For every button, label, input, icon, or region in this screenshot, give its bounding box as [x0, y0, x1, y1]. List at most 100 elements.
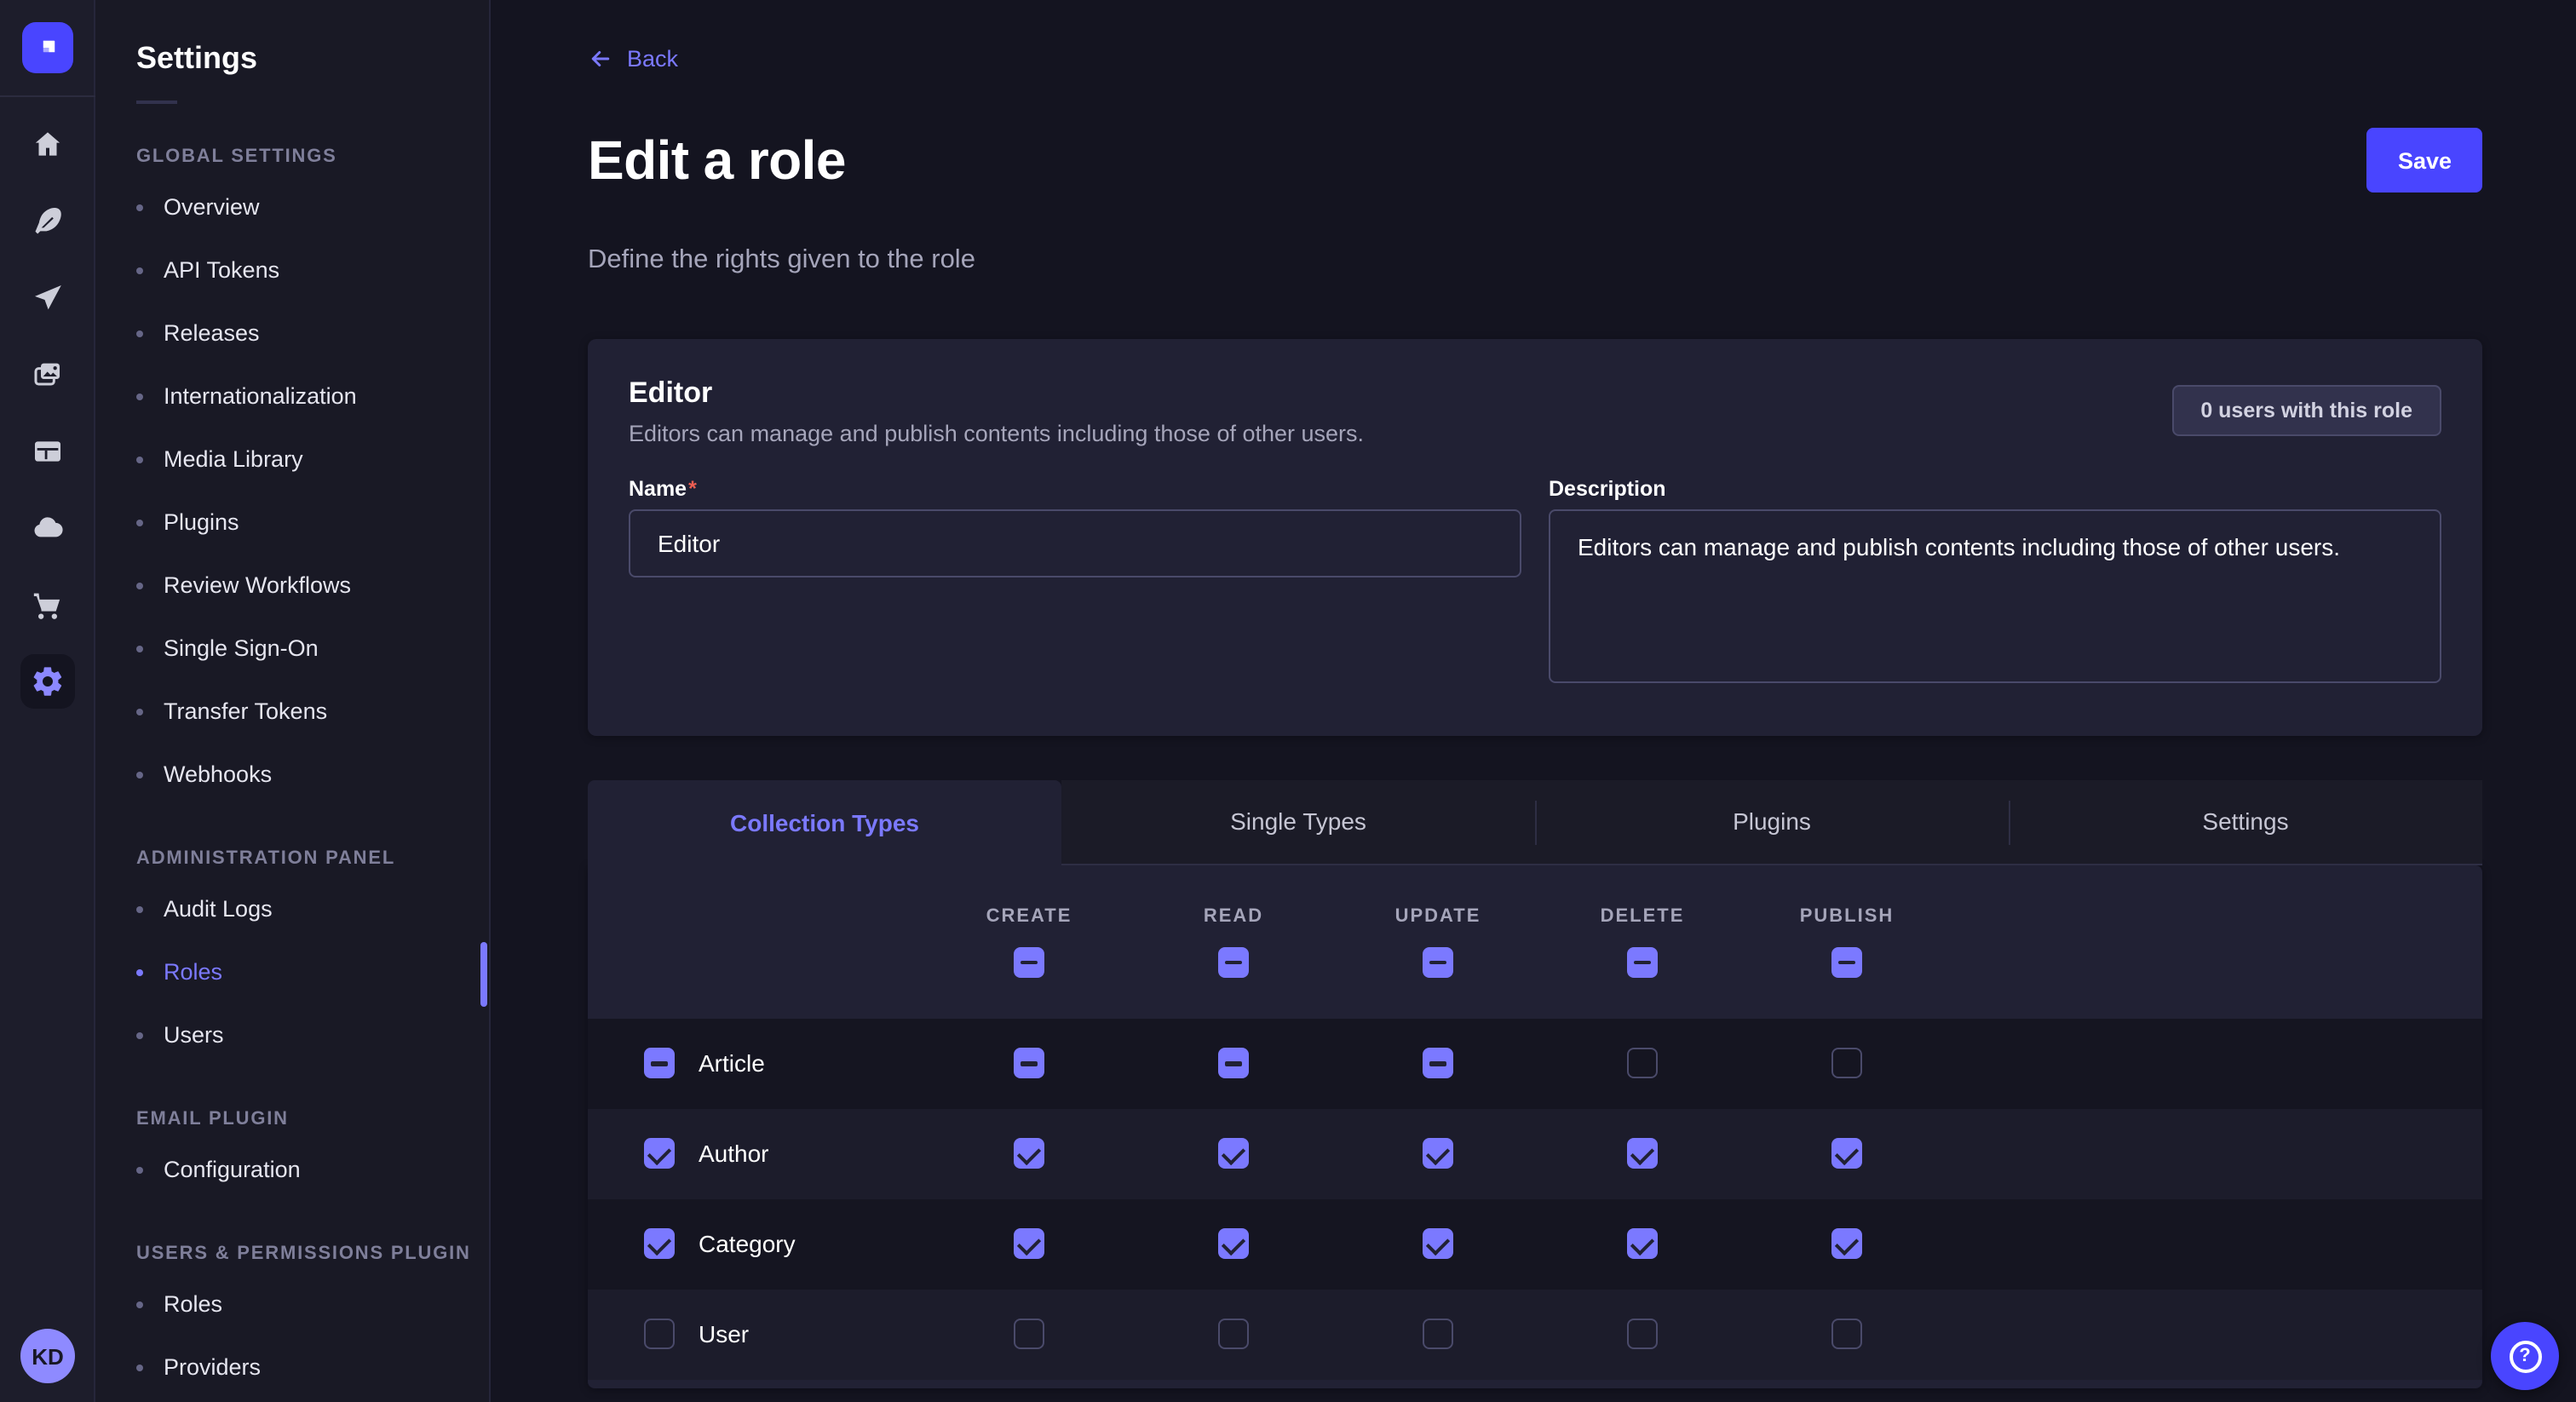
- sidebar-item-media-library[interactable]: Media Library: [95, 428, 489, 491]
- bullet-icon: [136, 519, 143, 526]
- article-delete-checkbox[interactable]: [1627, 1049, 1658, 1079]
- users-with-role-button[interactable]: 0 users with this role: [2171, 386, 2441, 437]
- select-all-delete-checkbox[interactable]: [1627, 947, 1658, 978]
- home-icon[interactable]: [20, 118, 74, 172]
- feather-icon[interactable]: [20, 194, 74, 249]
- table-row-user: User: [588, 1290, 2482, 1380]
- sidebar-item-configuration[interactable]: Configuration: [95, 1138, 489, 1201]
- article-publish-checkbox[interactable]: [1831, 1049, 1862, 1079]
- bullet-icon: [136, 330, 143, 336]
- role-info-card: Editor Editors can manage and publish co…: [588, 339, 2482, 736]
- sidebar-item-releases[interactable]: Releases: [95, 302, 489, 365]
- user-publish-checkbox[interactable]: [1831, 1319, 1862, 1350]
- author-publish-checkbox[interactable]: [1831, 1139, 1862, 1169]
- page-title: Edit a role: [588, 129, 846, 193]
- description-label: Description: [1549, 477, 2441, 501]
- category-create-checkbox[interactable]: [1014, 1229, 1044, 1260]
- table-row-article: Article: [588, 1019, 2482, 1109]
- bullet-icon: [136, 708, 143, 715]
- tab-single-types[interactable]: Single Types: [1061, 780, 1535, 865]
- layout-icon[interactable]: [20, 424, 74, 479]
- sidebar-item-single-sign-on[interactable]: Single Sign-On: [95, 617, 489, 680]
- article-create-checkbox[interactable]: [1014, 1049, 1044, 1079]
- select-all-publish-checkbox[interactable]: [1831, 947, 1862, 978]
- app-root: KD Settings GLOBAL SETTINGS Overview API…: [0, 0, 2576, 1402]
- category-delete-checkbox[interactable]: [1627, 1229, 1658, 1260]
- description-field[interactable]: Editors can manage and publish contents …: [1549, 509, 2441, 683]
- page-header: Edit a role Save: [588, 92, 2482, 230]
- author-read-checkbox[interactable]: [1218, 1139, 1249, 1169]
- role-card-title: Editor: [629, 376, 1364, 411]
- select-all-update-checkbox[interactable]: [1423, 947, 1453, 978]
- article-update-checkbox[interactable]: [1423, 1049, 1453, 1079]
- user-update-checkbox[interactable]: [1423, 1319, 1453, 1350]
- subnav-scrollbar-thumb[interactable]: [480, 942, 487, 1007]
- pictures-icon[interactable]: [20, 348, 74, 402]
- description-field-group: Description Editors can manage and publi…: [1549, 477, 2441, 692]
- author-create-checkbox[interactable]: [1014, 1139, 1044, 1169]
- user-read-checkbox[interactable]: [1218, 1319, 1249, 1350]
- subnav-divider: [136, 101, 177, 104]
- bullet-icon: [136, 1364, 143, 1370]
- article-read-checkbox[interactable]: [1218, 1049, 1249, 1079]
- sidebar-item-webhooks[interactable]: Webhooks: [95, 743, 489, 806]
- column-label-publish: PUBLISH: [1800, 906, 1895, 927]
- sidebar-item-internationalization[interactable]: Internationalization: [95, 365, 489, 428]
- select-all-read-checkbox[interactable]: [1218, 947, 1249, 978]
- sidebar-item-audit-logs[interactable]: Audit Logs: [95, 877, 489, 940]
- strapi-logo-icon: [32, 32, 62, 63]
- main-nav-rail: KD: [0, 0, 95, 1402]
- question-icon: ?: [2509, 1340, 2541, 1372]
- sidebar-item-users[interactable]: Users: [95, 1003, 489, 1066]
- bullet-icon: [136, 645, 143, 652]
- bullet-icon: [136, 1166, 143, 1173]
- gear-icon[interactable]: [20, 654, 74, 709]
- category-read-checkbox[interactable]: [1218, 1229, 1249, 1260]
- tab-plugins[interactable]: Plugins: [1535, 780, 2009, 865]
- tab-settings[interactable]: Settings: [2009, 780, 2482, 865]
- row-label: Category: [699, 1231, 796, 1258]
- cloud-icon[interactable]: [20, 501, 74, 555]
- cart-icon[interactable]: [20, 577, 74, 632]
- column-label-create: CREATE: [986, 906, 1072, 927]
- author-update-checkbox[interactable]: [1423, 1139, 1453, 1169]
- row-checkbox-author[interactable]: [644, 1139, 675, 1169]
- author-delete-checkbox[interactable]: [1627, 1139, 1658, 1169]
- row-checkbox-article[interactable]: [644, 1049, 675, 1079]
- name-field[interactable]: [629, 509, 1521, 577]
- row-label: User: [699, 1321, 749, 1348]
- arrow-left-icon: [588, 46, 613, 72]
- settings-subnav: Settings GLOBAL SETTINGS Overview API To…: [95, 0, 491, 1402]
- sidebar-item-overview[interactable]: Overview: [95, 175, 489, 238]
- sidebar-item-roles-up[interactable]: Roles: [95, 1273, 489, 1336]
- select-all-create-checkbox[interactable]: [1014, 947, 1044, 978]
- bullet-icon: [136, 771, 143, 778]
- user-create-checkbox[interactable]: [1014, 1319, 1044, 1350]
- row-checkbox-user[interactable]: [644, 1319, 675, 1350]
- tab-collection-types[interactable]: Collection Types: [588, 780, 1061, 865]
- sidebar-item-plugins[interactable]: Plugins: [95, 491, 489, 554]
- bullet-icon: [136, 582, 143, 589]
- role-card-subtitle: Editors can manage and publish contents …: [629, 421, 1364, 446]
- sidebar-item-api-tokens[interactable]: API Tokens: [95, 238, 489, 302]
- category-update-checkbox[interactable]: [1423, 1229, 1453, 1260]
- back-link[interactable]: Back: [588, 46, 678, 72]
- user-delete-checkbox[interactable]: [1627, 1319, 1658, 1350]
- bullet-icon: [136, 393, 143, 399]
- sidebar-item-roles-admin[interactable]: Roles: [95, 940, 489, 1003]
- strapi-logo[interactable]: [21, 22, 72, 73]
- sidebar-item-transfer-tokens[interactable]: Transfer Tokens: [95, 680, 489, 743]
- bullet-icon: [136, 456, 143, 463]
- table-row-category: Category: [588, 1199, 2482, 1290]
- sidebar-item-providers[interactable]: Providers: [95, 1336, 489, 1399]
- sidebar-item-review-workflows[interactable]: Review Workflows: [95, 554, 489, 617]
- row-label: Article: [699, 1050, 765, 1077]
- category-publish-checkbox[interactable]: [1831, 1229, 1862, 1260]
- permissions-header-row: CREATE READ UPDATE DELETE PUBLISH: [588, 865, 2482, 1019]
- bullet-icon: [136, 267, 143, 273]
- row-checkbox-category[interactable]: [644, 1229, 675, 1260]
- avatar[interactable]: KD: [20, 1329, 75, 1383]
- help-button[interactable]: ?: [2491, 1322, 2559, 1390]
- save-button[interactable]: Save: [2367, 129, 2482, 193]
- paper-plane-icon[interactable]: [20, 271, 74, 325]
